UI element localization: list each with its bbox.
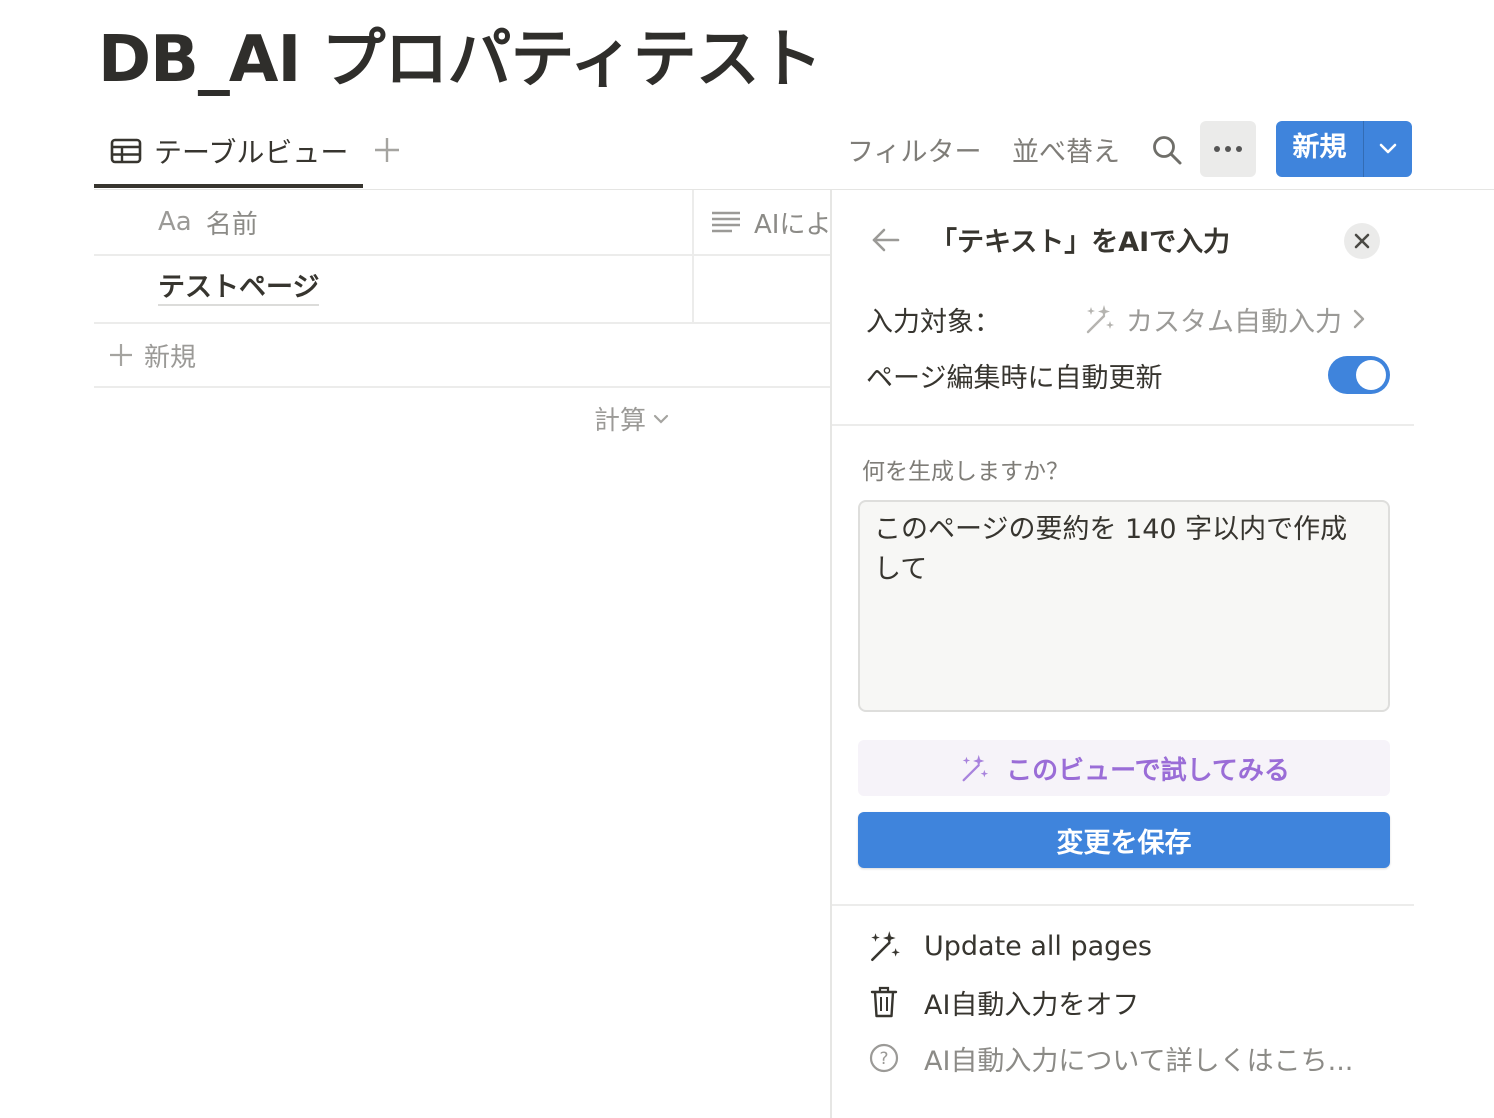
sparkles-icon bbox=[866, 928, 902, 964]
help-circle-icon: ? bbox=[866, 1040, 902, 1076]
row-title: テストページ bbox=[158, 272, 320, 306]
table-header-row: Aa 名前 AIによ bbox=[94, 190, 830, 256]
toggle-knob bbox=[1356, 360, 1386, 390]
table-row[interactable]: テストページ bbox=[94, 256, 830, 324]
prompt-textarea[interactable] bbox=[858, 500, 1390, 712]
close-button[interactable] bbox=[1344, 223, 1380, 259]
new-page-button[interactable]: 新規 bbox=[1276, 121, 1364, 177]
add-row-button[interactable]: 新規 bbox=[94, 324, 830, 388]
chevron-down-icon bbox=[653, 414, 669, 424]
auto-update-label: ページ編集時に自動更新 bbox=[866, 363, 1163, 394]
panel-divider bbox=[832, 904, 1414, 906]
learn-more-link[interactable]: ? AI自動入力について詳しくはこち... bbox=[866, 1036, 1353, 1080]
plus-icon bbox=[375, 138, 399, 162]
sparkles-icon bbox=[962, 754, 989, 782]
title-property-icon: Aa bbox=[158, 207, 192, 237]
target-value-label: カスタム自動入力 bbox=[1126, 306, 1342, 338]
auto-update-toggle[interactable] bbox=[1328, 356, 1390, 394]
svg-text:?: ? bbox=[879, 1049, 888, 1069]
ellipsis-icon bbox=[1214, 146, 1220, 152]
try-label: このビューで試してみる bbox=[1006, 755, 1290, 786]
column-header-label: 名前 bbox=[205, 209, 258, 240]
arrow-left-icon[interactable] bbox=[870, 224, 902, 256]
column-header-name[interactable]: Aa 名前 bbox=[158, 190, 258, 254]
update-all-pages-button[interactable]: Update all pages bbox=[866, 924, 1152, 968]
panel-title: 「テキスト」をAIで入力 bbox=[930, 227, 1231, 258]
new-dropdown-button[interactable] bbox=[1364, 121, 1412, 177]
close-icon bbox=[1354, 233, 1370, 249]
filter-button[interactable]: フィルター bbox=[847, 130, 981, 169]
text-lines-icon bbox=[712, 211, 740, 233]
plus-icon bbox=[110, 344, 132, 366]
more-options-button[interactable] bbox=[1200, 121, 1256, 177]
chevron-down-icon bbox=[1379, 143, 1397, 154]
row-title-cell[interactable]: テストページ bbox=[158, 256, 320, 322]
target-selector[interactable]: カスタム自動入力 bbox=[1082, 300, 1366, 338]
table-icon bbox=[110, 138, 142, 164]
column-divider bbox=[692, 190, 694, 324]
target-label: 入力対象： bbox=[866, 307, 1001, 338]
menu-item-label: AI自動入力をオフ bbox=[924, 989, 1140, 1021]
menu-item-label: Update all pages bbox=[924, 930, 1152, 962]
column-header-ai[interactable]: AIによ bbox=[710, 190, 830, 254]
chevron-right-icon bbox=[1353, 309, 1365, 329]
panel-divider bbox=[832, 424, 1414, 426]
column-header-label: AIによ bbox=[754, 209, 830, 240]
sparkles-icon bbox=[1086, 305, 1114, 334]
trash-icon bbox=[866, 984, 902, 1020]
search-icon[interactable] bbox=[1151, 134, 1183, 166]
add-view-button[interactable] bbox=[370, 128, 404, 172]
page-title[interactable]: DB_AI プロパティテスト bbox=[98, 8, 823, 100]
try-in-view-button[interactable]: このビューで試してみる bbox=[858, 740, 1390, 796]
save-changes-button[interactable]: 変更を保存 bbox=[858, 812, 1390, 868]
database-table: Aa 名前 AIによ テストページ 新規 計算 bbox=[94, 190, 830, 490]
panel-header: 「テキスト」をAIで入力 bbox=[832, 190, 1414, 290]
calculate-button[interactable]: 計算 bbox=[594, 400, 670, 437]
prompt-label: 何を生成しますか？ bbox=[862, 459, 1069, 485]
calculate-label: 計算 bbox=[594, 406, 647, 436]
tab-table-view[interactable]: テーブルビュー bbox=[94, 118, 363, 188]
tab-label: テーブルビュー bbox=[154, 136, 349, 169]
turn-off-autofill-button[interactable]: AI自動入力をオフ bbox=[866, 980, 1139, 1024]
menu-item-label: AI自動入力について詳しくはこち... bbox=[924, 1045, 1354, 1077]
add-row-label: 新規 bbox=[144, 342, 197, 373]
ai-autofill-panel: 「テキスト」をAIで入力 入力対象： カスタム自動入力 ページ編集時に自動更新 … bbox=[830, 190, 1414, 1118]
sort-button[interactable]: 並べ替え bbox=[1012, 130, 1120, 169]
new-button-group: 新規 bbox=[1276, 121, 1412, 177]
